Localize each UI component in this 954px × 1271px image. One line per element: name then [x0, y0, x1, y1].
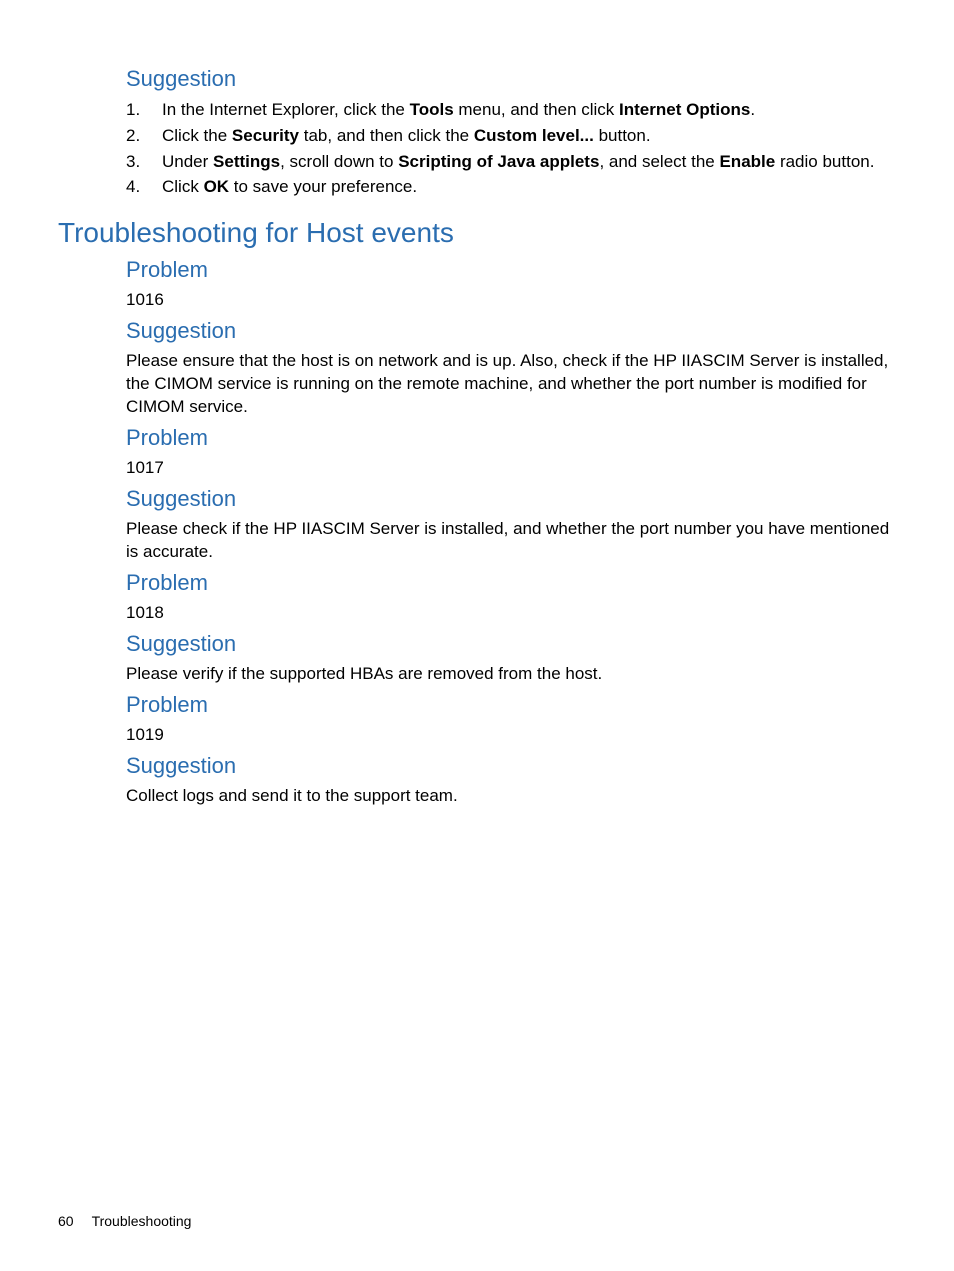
step-4: Click OK to save your preference.: [126, 175, 896, 199]
bold-enable: Enable: [719, 152, 775, 171]
suggestion-text-3: Please verify if the supported HBAs are …: [126, 663, 896, 686]
suggestion-steps-list: In the Internet Explorer, click the Tool…: [126, 98, 896, 199]
suggestion-text-2: Please check if the HP IIASCIM Server is…: [126, 518, 896, 564]
suggestion-text-4: Collect logs and send it to the support …: [126, 785, 896, 808]
bold-scripting: Scripting of Java applets: [398, 152, 599, 171]
step-3: Under Settings, scroll down to Scripting…: [126, 150, 896, 174]
text: radio button.: [775, 152, 874, 171]
problem-code-1017: 1017: [126, 457, 896, 480]
text: Under: [162, 152, 213, 171]
page-number: 60: [58, 1213, 74, 1229]
bold-custom-level: Custom level...: [474, 126, 594, 145]
problem-code-1016: 1016: [126, 289, 896, 312]
problem-heading-1: Problem: [126, 257, 896, 283]
text: , scroll down to: [280, 152, 398, 171]
step-1: In the Internet Explorer, click the Tool…: [126, 98, 896, 122]
text: , and select the: [599, 152, 719, 171]
bold-ok: OK: [204, 177, 230, 196]
text: In the Internet Explorer, click the: [162, 100, 410, 119]
footer-section: Troubleshooting: [92, 1213, 192, 1229]
step-2: Click the Security tab, and then click t…: [126, 124, 896, 148]
text: tab, and then click the: [299, 126, 474, 145]
text: button.: [594, 126, 651, 145]
bold-tools: Tools: [410, 100, 454, 119]
suggestion-heading-top: Suggestion: [126, 66, 896, 92]
problem-heading-4: Problem: [126, 692, 896, 718]
text: to save your preference.: [229, 177, 417, 196]
problem-heading-3: Problem: [126, 570, 896, 596]
bold-security: Security: [232, 126, 299, 145]
text: Click: [162, 177, 204, 196]
suggestion-heading-1: Suggestion: [126, 318, 896, 344]
suggestion-text-1: Please ensure that the host is on networ…: [126, 350, 896, 419]
bold-settings: Settings: [213, 152, 280, 171]
suggestion-heading-2: Suggestion: [126, 486, 896, 512]
problem-code-1018: 1018: [126, 602, 896, 625]
text: .: [750, 100, 755, 119]
text: menu, and then click: [454, 100, 619, 119]
suggestion-heading-3: Suggestion: [126, 631, 896, 657]
text: Click the: [162, 126, 232, 145]
problem-heading-2: Problem: [126, 425, 896, 451]
problem-code-1019: 1019: [126, 724, 896, 747]
bold-internet-options: Internet Options: [619, 100, 750, 119]
section-heading: Troubleshooting for Host events: [58, 217, 896, 249]
page-footer: 60 Troubleshooting: [58, 1213, 191, 1229]
suggestion-heading-4: Suggestion: [126, 753, 896, 779]
